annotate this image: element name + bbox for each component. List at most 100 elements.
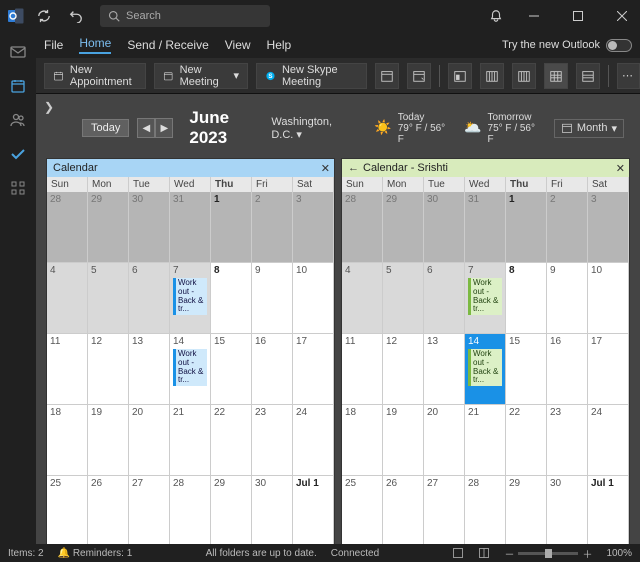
day-cell[interactable]: 5 bbox=[383, 263, 424, 334]
sidebar-mail[interactable] bbox=[8, 42, 28, 62]
sidebar-calendar[interactable] bbox=[8, 76, 28, 96]
day-cell[interactable]: 26 bbox=[383, 476, 424, 547]
new-skype-meeting-button[interactable]: S New Skype Meeting bbox=[256, 63, 367, 89]
day-cell[interactable]: 9 bbox=[547, 263, 588, 334]
day-cell[interactable]: 29 bbox=[506, 476, 547, 547]
day-cell[interactable]: 8 bbox=[506, 263, 547, 334]
day-cell[interactable]: 9 bbox=[252, 263, 293, 334]
view-normal-icon[interactable] bbox=[452, 547, 464, 559]
day-cell[interactable]: 21 bbox=[170, 405, 211, 476]
day-cell[interactable]: 29 bbox=[383, 192, 424, 263]
day-cell[interactable]: 10 bbox=[588, 263, 629, 334]
calendar-tab-secondary[interactable]: ← Calendar - Srishti ✕ bbox=[342, 159, 629, 177]
expand-nav-icon[interactable]: ❯ bbox=[44, 100, 54, 114]
day-cell[interactable]: 4 bbox=[47, 263, 88, 334]
more-options-button[interactable]: ⋯ bbox=[617, 63, 640, 89]
day-cell[interactable]: 22 bbox=[211, 405, 252, 476]
zoom-slider[interactable]: －＋ bbox=[504, 546, 592, 561]
day-cell[interactable]: 22 bbox=[506, 405, 547, 476]
sidebar-people[interactable] bbox=[8, 110, 28, 130]
calendar-event[interactable]: Work out - Back & tr... bbox=[468, 278, 502, 315]
day-cell[interactable]: 1 bbox=[506, 192, 547, 263]
day-cell[interactable]: 20 bbox=[424, 405, 465, 476]
sidebar-more-apps[interactable] bbox=[8, 178, 28, 198]
day-cell[interactable]: 12 bbox=[88, 334, 129, 405]
view-week-button[interactable] bbox=[512, 63, 536, 89]
view-today-button[interactable] bbox=[375, 63, 399, 89]
calendar-event[interactable]: Work out - Back & tr... bbox=[468, 349, 502, 386]
day-cell[interactable]: Jul 1 bbox=[588, 476, 629, 547]
day-cell[interactable]: 18 bbox=[47, 405, 88, 476]
day-cell[interactable]: 25 bbox=[342, 476, 383, 547]
day-cell[interactable]: 16 bbox=[252, 334, 293, 405]
calendar-tab-primary[interactable]: Calendar ✕ bbox=[47, 159, 334, 177]
view-reading-icon[interactable] bbox=[478, 547, 490, 559]
day-cell[interactable]: 7Work out - Back & tr... bbox=[170, 263, 211, 334]
day-cell[interactable]: 26 bbox=[88, 476, 129, 547]
search-input[interactable]: Search bbox=[100, 5, 270, 27]
day-cell[interactable]: 17 bbox=[588, 334, 629, 405]
day-cell[interactable]: 28 bbox=[342, 192, 383, 263]
weather-tomorrow[interactable]: 🌥️ Tomorrow75° F / 56° F bbox=[464, 112, 536, 145]
menu-help[interactable]: Help bbox=[267, 38, 292, 52]
day-cell[interactable]: 30 bbox=[547, 476, 588, 547]
day-cell[interactable]: 3 bbox=[588, 192, 629, 263]
day-cell[interactable]: 2 bbox=[547, 192, 588, 263]
prev-month-button[interactable]: ◀ bbox=[137, 118, 155, 138]
calendar-event[interactable]: Work out - Back & tr... bbox=[173, 349, 207, 386]
new-meeting-button[interactable]: New Meeting ▾ bbox=[154, 63, 248, 89]
sync-icon[interactable] bbox=[32, 4, 56, 28]
day-cell[interactable]: 1 bbox=[211, 192, 252, 263]
close-button[interactable] bbox=[604, 0, 640, 32]
view-workweek-button[interactable] bbox=[480, 63, 504, 89]
day-cell[interactable]: 3 bbox=[293, 192, 334, 263]
day-cell[interactable]: 29 bbox=[211, 476, 252, 547]
day-cell[interactable]: Jul 1 bbox=[293, 476, 334, 547]
day-cell[interactable]: 28 bbox=[47, 192, 88, 263]
day-cell[interactable]: 12 bbox=[383, 334, 424, 405]
location-picker[interactable]: Washington, D.C. ▾ bbox=[271, 116, 356, 141]
day-cell[interactable]: 7Work out - Back & tr... bbox=[465, 263, 506, 334]
day-cell[interactable]: 10 bbox=[293, 263, 334, 334]
maximize-button[interactable] bbox=[560, 0, 596, 32]
day-cell[interactable]: 5 bbox=[88, 263, 129, 334]
undo-icon[interactable] bbox=[64, 4, 88, 28]
day-cell[interactable]: 31 bbox=[465, 192, 506, 263]
day-cell[interactable]: 14Work out - Back & tr... bbox=[170, 334, 211, 405]
next-month-button[interactable]: ▶ bbox=[155, 118, 173, 138]
day-cell[interactable]: 15 bbox=[211, 334, 252, 405]
minimize-button[interactable] bbox=[516, 0, 552, 32]
view-day-button[interactable] bbox=[448, 63, 472, 89]
day-cell[interactable]: 20 bbox=[129, 405, 170, 476]
day-cell[interactable]: 23 bbox=[252, 405, 293, 476]
menu-sendreceive[interactable]: Send / Receive bbox=[127, 38, 208, 52]
day-cell[interactable]: 6 bbox=[129, 263, 170, 334]
notifications-icon[interactable] bbox=[484, 4, 508, 28]
sidebar-tasks[interactable] bbox=[8, 144, 28, 164]
view-month-button[interactable] bbox=[544, 63, 568, 89]
day-cell[interactable]: 30 bbox=[252, 476, 293, 547]
view-schedule-button[interactable] bbox=[576, 63, 600, 89]
day-cell[interactable]: 24 bbox=[293, 405, 334, 476]
try-outlook-toggle[interactable] bbox=[606, 39, 632, 52]
view-selector[interactable]: Month ▾ bbox=[554, 119, 624, 138]
day-cell[interactable]: 16 bbox=[547, 334, 588, 405]
day-cell[interactable]: 15 bbox=[506, 334, 547, 405]
day-cell[interactable]: 13 bbox=[129, 334, 170, 405]
close-icon[interactable]: ✕ bbox=[616, 162, 625, 175]
day-cell[interactable]: 29 bbox=[88, 192, 129, 263]
day-cell[interactable]: 30 bbox=[129, 192, 170, 263]
new-appointment-button[interactable]: New Appointment bbox=[44, 63, 146, 89]
day-cell[interactable]: 24 bbox=[588, 405, 629, 476]
day-cell[interactable]: 17 bbox=[293, 334, 334, 405]
day-cell[interactable]: 21 bbox=[465, 405, 506, 476]
close-icon[interactable]: ✕ bbox=[321, 162, 330, 175]
day-cell[interactable]: 25 bbox=[47, 476, 88, 547]
arrow-left-icon[interactable]: ← bbox=[348, 162, 359, 174]
day-cell[interactable]: 11 bbox=[47, 334, 88, 405]
day-cell[interactable]: 27 bbox=[424, 476, 465, 547]
day-cell[interactable]: 8 bbox=[211, 263, 252, 334]
menu-file[interactable]: File bbox=[44, 38, 63, 52]
status-reminders[interactable]: 🔔 Reminders: 1 bbox=[58, 548, 133, 559]
view-next7-button[interactable] bbox=[407, 63, 431, 89]
